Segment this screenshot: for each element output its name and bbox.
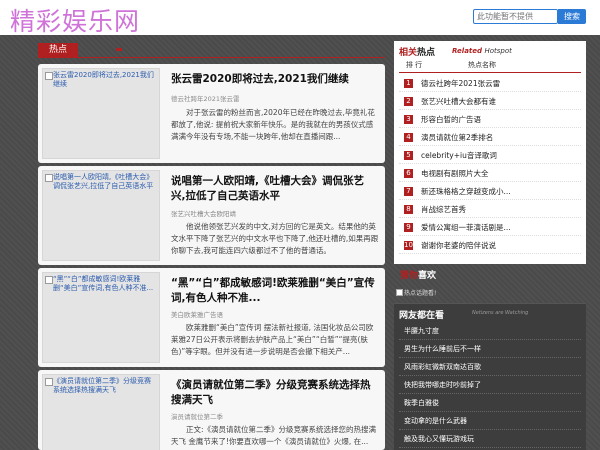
ranking-item[interactable]: 2 张艺兴吐槽大会都有谁	[399, 94, 581, 110]
rank-number: 7	[404, 187, 413, 196]
article-title[interactable]: 张云雷2020即将过去,2021我们继续	[171, 72, 376, 87]
search-input[interactable]	[473, 9, 558, 24]
article-title[interactable]: 《演员请就位第二季》分级竞赛系统选择热搜满天飞	[171, 378, 376, 408]
rank-number: 4	[404, 133, 413, 142]
article-card[interactable]: “黑”“白”都成敏感词!欧莱雅删“美白”宣传词,有色人种不准... “黑”“白”…	[38, 268, 385, 367]
netizen-item[interactable]: 男生为什么睡前后不一样	[399, 341, 581, 358]
ranking-item[interactable]: 5 celebrity+iu音译歌词	[399, 148, 581, 164]
ranking-item[interactable]: 10 谢谢你老婆的陪伴说说	[399, 238, 581, 254]
article-card[interactable]: 说唱第一人欧阳靖,《吐槽大会》调侃张艺兴,拉低了自己英语水平 说唱第一人欧阳靖,…	[38, 166, 385, 265]
rank-keyword[interactable]: 肖战综艺首秀	[421, 204, 466, 215]
article-thumbnail[interactable]: 《演员请就位第二季》分级竞赛系统选择热搜满天飞	[42, 374, 160, 450]
ranking-item[interactable]: 1 德云社跨年2021张云雷	[399, 76, 581, 92]
article-card[interactable]: 《演员请就位第二季》分级竞赛系统选择热搜满天飞 《演员请就位第二季》分级竞赛系统…	[38, 370, 385, 450]
site-logo[interactable]: 精彩娱乐网	[10, 2, 140, 38]
rank-number: 6	[404, 169, 413, 178]
netizen-item[interactable]: 变动拿的是什么武器	[399, 413, 581, 430]
netizen-item[interactable]: 半腰九寸度	[399, 323, 581, 340]
panel-subtitle: Related Hotspot	[452, 47, 512, 55]
article-title[interactable]: “黑”“白”都成敏感词!欧莱雅删“美白”宣传词,有色人种不准...	[171, 276, 376, 306]
article-summary: 他说他领张艺兴发的中文,对方回的它是英文。结果他的英文水平下降了张艺兴的中文水平…	[171, 222, 379, 255]
article-meta: 美白欧莱雅广告语	[171, 311, 223, 319]
guess-image[interactable]: 热点话题看!	[396, 288, 466, 298]
related-hotspot-panel: 相关热点 Related Hotspot 排 行 热点名称 1 德云社跨年2021…	[394, 41, 586, 264]
rank-number: 2	[404, 97, 413, 106]
ranking-item[interactable]: 8 肖战综艺首秀	[399, 202, 581, 218]
rank-keyword[interactable]: 新还珠格格之穿越变成小...	[421, 186, 511, 197]
panel-title: 网友都在看	[399, 311, 445, 321]
tab-hot[interactable]: 热点	[38, 43, 78, 58]
article-meta: 德云社跨年2021张云雷	[171, 95, 240, 103]
article-thumbnail[interactable]: 张云雷2020即将过去,2021我们继续	[42, 68, 160, 159]
ranking-item[interactable]: 4 演员请就位第2季排名	[399, 130, 581, 146]
article-summary: 对于张云雷的粉丝而言,2020年已经在昨晚过去,毕竟礼花都放了,他说: 提前祝大…	[171, 108, 375, 141]
rank-number: 1	[404, 79, 413, 88]
netizen-item[interactable]: 风雨彩虹微新双南达百歌	[399, 359, 581, 376]
article-title[interactable]: 说唱第一人欧阳靖,《吐槽大会》调侃张艺兴,拉低了自己英语水平	[171, 174, 376, 204]
rank-keyword[interactable]: 谢谢你老婆的陪伴说说	[421, 240, 496, 251]
divider	[399, 72, 581, 73]
article-thumbnail[interactable]: 说唱第一人欧阳靖,《吐槽大会》调侃张艺兴,拉低了自己英语水平	[42, 170, 160, 261]
article-meta: 张艺兴吐槽大会欧阳靖	[171, 210, 236, 218]
ranking-item[interactable]: 3 形容白皙的广告语	[399, 112, 581, 128]
ranking-item[interactable]: 7 新还珠格格之穿越变成小...	[399, 184, 581, 200]
guess-you-like-title: 猜你喜欢	[400, 271, 437, 281]
hot-tab-bar: 热点	[38, 43, 385, 58]
column-rank: 排 行	[405, 61, 423, 69]
ranking-item[interactable]: 6 电视剧有剧照片大全	[399, 166, 581, 182]
panel-title: 相关热点	[399, 48, 436, 58]
rank-keyword[interactable]: 爱情公寓组一菲演话剧是...	[421, 222, 511, 233]
rank-number: 8	[404, 205, 413, 214]
netizen-item[interactable]: 快把我带哪走时吵前掉了	[399, 377, 581, 394]
rank-keyword[interactable]: 德云社跨年2021张云雷	[421, 78, 500, 89]
article-summary: 正文:《演员请就位第二季》分级竞赛系统选择您的热搜满天飞 金鹰节来了!你要直欢哪…	[171, 425, 377, 446]
rank-number: 10	[404, 241, 413, 250]
netizen-item[interactable]: 触及我心又懂玩游戏玩	[399, 431, 581, 448]
panel-subtitle: Netizens are Watching	[472, 310, 529, 316]
article-card[interactable]: 张云雷2020即将过去,2021我们继续 张云雷2020即将过去,2021我们继…	[38, 64, 385, 163]
column-keyword: 热点名称	[468, 61, 496, 69]
rank-keyword[interactable]: 张艺兴吐槽大会都有谁	[421, 96, 496, 107]
rank-number: 3	[404, 115, 413, 124]
rank-number: 9	[404, 223, 413, 232]
rank-keyword[interactable]: celebrity+iu音译歌词	[421, 150, 497, 161]
rank-keyword[interactable]: 形容白皙的广告语	[421, 114, 481, 125]
tab-marker	[116, 48, 122, 51]
article-meta: 演员请就位第二季	[171, 413, 223, 421]
rank-keyword[interactable]: 演员请就位第2季排名	[421, 132, 493, 143]
rank-number: 5	[404, 151, 413, 160]
netizen-item[interactable]: 鞍季白雅俊	[399, 395, 581, 412]
rank-keyword[interactable]: 电视剧有剧照片大全	[421, 168, 489, 179]
search-button[interactable]: 搜索	[558, 9, 586, 24]
ranking-item[interactable]: 9 爱情公寓组一菲演话剧是...	[399, 220, 581, 236]
site-header: 精彩娱乐网 搜索	[0, 0, 600, 38]
article-summary: 欧莱雅删“美白”宣传词 摆法新社报道, 法国化妆品公司欧莱雅27日公开表示将删去…	[171, 323, 374, 356]
netizen-watching-panel: 网友都在看 Netizens are Watching 半腰九寸度 男生为什么睡…	[394, 303, 586, 450]
article-thumbnail[interactable]: “黑”“白”都成敏感词!欧莱雅删“美白”宣传词,有色人种不准...	[42, 272, 160, 363]
